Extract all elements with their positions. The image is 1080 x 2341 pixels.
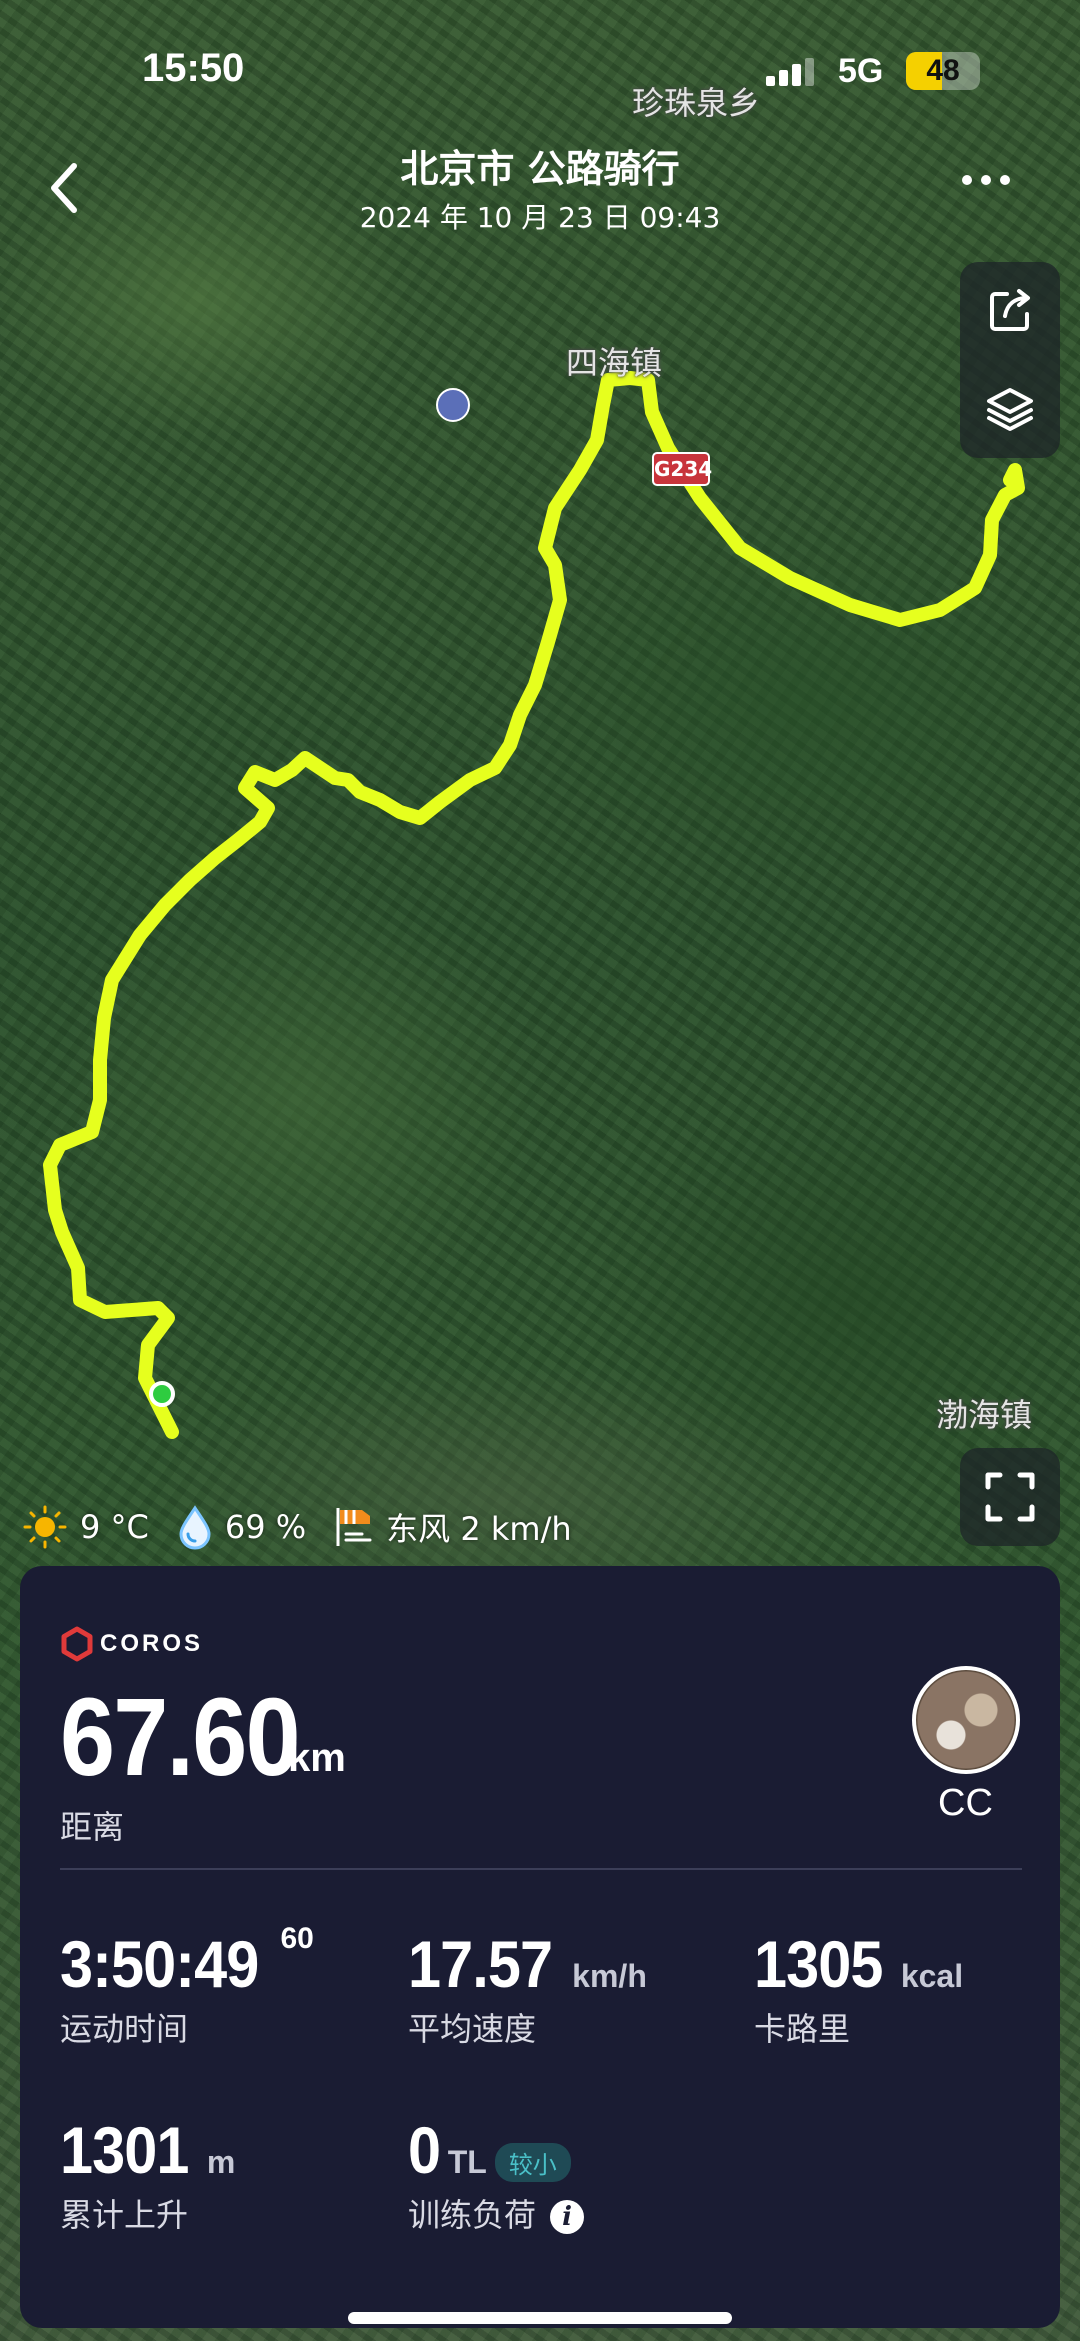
layers-icon (987, 388, 1033, 431)
temperature: 9 °C (80, 1508, 149, 1546)
training-load-unit: TL (447, 2144, 487, 2180)
fullscreen-icon (985, 1472, 1035, 1522)
share-icon (990, 289, 1030, 331)
page-title: 北京市 公路骑行 (400, 147, 680, 191)
elevation-value: 1301 (60, 2113, 189, 2187)
more-dots-icon (962, 175, 1010, 185)
avg-speed-label: 平均速度 (408, 2010, 537, 2048)
training-load-label-text: 训练负荷 (408, 2196, 537, 2234)
wind: 东风 2 km/h (386, 1510, 572, 1548)
humidity: 69 % (224, 1508, 307, 1546)
duration-hundredths: 60 (280, 1922, 314, 1955)
battery-level: 48 (926, 54, 960, 87)
coros-logo-icon (61, 1626, 93, 1662)
place-label-sihai: 四海镇 (566, 344, 663, 382)
fullscreen-button[interactable] (960, 1448, 1060, 1546)
distance-unit: km (288, 1736, 346, 1780)
stat-duration: 3:50:49 60 运动时间 (60, 1922, 314, 2050)
status-time: 15:50 (142, 46, 245, 90)
calories-unit: kcal (900, 1958, 964, 1994)
status-bar: 15:50 5G 48 (0, 0, 1080, 140)
avg-speed-value: 17.57 (408, 1927, 553, 2001)
poi-marker-icon[interactable] (436, 388, 470, 422)
training-load-tag: 较小 (494, 2143, 571, 2182)
activity-datetime: 2024 年 10 月 23 日 09:43 (359, 201, 721, 234)
brand-logo: COROS (60, 1626, 203, 1662)
road-badge: G234 (652, 452, 712, 486)
home-indicator[interactable] (348, 2312, 732, 2324)
training-load-value: 0 (408, 2113, 441, 2187)
brand-name: COROS (100, 1630, 204, 1657)
more-button[interactable] (956, 162, 1016, 202)
network-type: 5G (838, 52, 884, 90)
distance-label: 距离 (60, 1808, 125, 1846)
calories-value: 1305 (754, 1927, 883, 2001)
duration-value: 3:50:49 (60, 1927, 259, 2001)
place-label-bohai: 渤海镇 (936, 1396, 1033, 1434)
nav-header: 北京市 公路骑行 2024 年 10 月 23 日 09:43 (0, 130, 1080, 240)
avg-speed-unit: km/h (572, 1958, 647, 1994)
info-icon[interactable]: i (550, 2200, 585, 2234)
battery-icon: 48 (906, 52, 980, 90)
training-load-label: 训练负荷 i (408, 2190, 585, 2236)
share-button[interactable] (960, 262, 1060, 360)
elevation-unit: m (206, 2144, 236, 2180)
summary-card: COROS 67.60 km 距离 CC 3:50:49 60 运动时间 17.5… (20, 1566, 1060, 2328)
stat-training-load: 0 TL 较小 训练负荷 i (408, 2112, 585, 2236)
humidity-icon (179, 1505, 211, 1550)
stat-elevation-gain: 1301 m 累计上升 (60, 2112, 235, 2236)
divider (60, 1868, 1022, 1870)
sun-icon (23, 1505, 67, 1549)
layers-button[interactable] (960, 360, 1060, 458)
map-tools (960, 262, 1060, 458)
avatar[interactable] (912, 1666, 1020, 1774)
wind-flag-icon (336, 1508, 372, 1546)
route-track (43, 371, 1025, 1439)
stat-avg-speed: 17.57 km/h 平均速度 (408, 1926, 647, 2050)
weather-bar: 9 °C 69 % 东风 2 km/h (20, 1504, 598, 1550)
duration-label: 运动时间 (60, 2010, 189, 2048)
calories-label: 卡路里 (754, 2010, 851, 2048)
start-marker[interactable] (149, 1381, 175, 1407)
elevation-label: 累计上升 (60, 2196, 189, 2234)
username: CC (938, 1782, 993, 1824)
signal-icon (766, 56, 816, 86)
stat-calories: 1305 kcal 卡路里 (754, 1926, 963, 2050)
distance-value: 67.60 (60, 1676, 301, 1799)
